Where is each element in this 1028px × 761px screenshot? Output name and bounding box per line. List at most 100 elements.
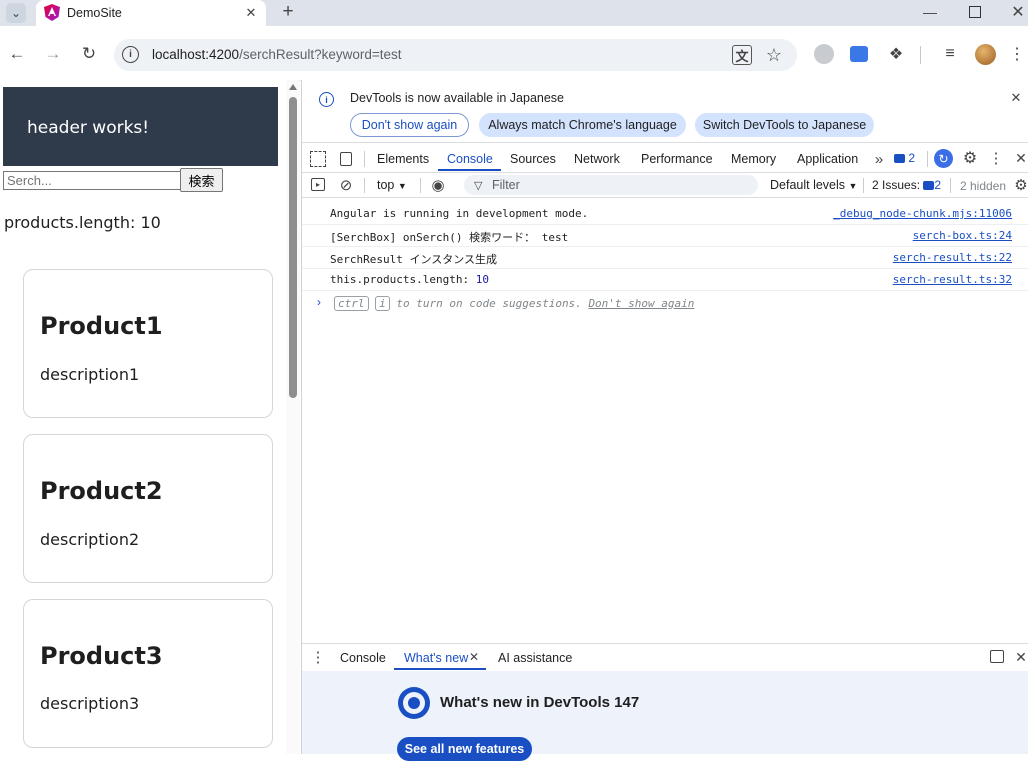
url-text: localhost:4200/serchResult?keyword=test [152,47,402,62]
devtools-main-tabbar: Elements Console Sources Network Perform… [302,146,1028,173]
devtools-menu-icon[interactable]: ⋮ [989,149,1004,167]
console-filter-input[interactable]: ▽ Filter [464,175,758,195]
console-source-link[interactable]: serch-result.ts:22 [893,251,1012,264]
message-bubble-icon [894,154,905,164]
issues-link[interactable]: 2 Issues: 2 [872,178,941,192]
extension-blob-icon[interactable] [814,44,834,64]
tab-sources[interactable]: Sources [510,152,556,166]
search-button[interactable]: 検索 [180,168,223,192]
issues-badge[interactable]: 2 [894,151,915,165]
toolbar-divider [920,46,921,64]
console-source-link[interactable]: serch-box.ts:24 [913,229,1012,242]
hint-dont-show-link[interactable]: Don't show again [588,297,694,310]
scroll-up-arrow-icon[interactable] [289,84,297,90]
close-devtools-icon[interactable]: ✕ [1014,149,1028,167]
tab-memory[interactable]: Memory [731,152,776,166]
whats-new-panel: What's new in DevTools 147 See all new f… [302,671,1028,761]
console-message: this.products.length: 10 serch-result.ts… [302,268,1028,291]
bookmark-star-icon[interactable]: ☆ [764,44,784,66]
active-tab-underline [394,668,486,670]
tab-network[interactable]: Network [574,152,620,166]
console-message: [SerchBox] onSerch() 検索ワード： test serch-b… [302,224,1028,247]
new-tab-button[interactable]: + [278,1,298,22]
log-levels-label: Default levels [770,178,846,192]
ai-sync-icon[interactable]: ↻ [934,149,953,168]
product-card: Product1 description1 [23,269,273,418]
page-scrollbar[interactable] [286,80,300,754]
console-prompt[interactable]: › ctrl i to turn on code suggestions. Do… [302,292,1028,316]
tab-console[interactable]: Console [447,152,493,166]
extensions-puzzle-icon[interactable]: ❖ [886,44,906,64]
drawer-tab-console[interactable]: Console [340,651,386,665]
chrome-menu-icon[interactable]: ⋮ [1009,44,1025,64]
drawer-tab-close-icon[interactable]: ✕ [468,650,480,664]
tab-elements[interactable]: Elements [377,152,429,166]
context-value: top [377,178,395,192]
filter-funnel-icon: ▽ [474,180,483,192]
drawer-tab-whats-new[interactable]: What's new [404,651,468,665]
dock-side-icon[interactable] [990,650,1004,663]
translate-icon[interactable]: 文 [732,45,752,65]
settings-gear-icon[interactable]: ⚙ [961,149,979,167]
console-toolbar: ▸ ⊘ top ▼ ◉ ▽ Filter Default levels ▼ 2 … [302,174,1028,198]
console-message: Angular is running in development mode. … [302,202,1028,225]
tab-close-icon[interactable]: ✕ [242,4,260,22]
tab-application[interactable]: Application [797,152,858,166]
forward-icon[interactable]: → [42,43,64,65]
log-levels-dropdown[interactable]: Default levels ▼ [770,178,857,192]
console-source-link[interactable]: serch-result.ts:32 [893,273,1012,286]
site-info-icon[interactable]: i [122,46,139,63]
close-window-icon[interactable]: ✕ [1008,2,1028,22]
dont-show-again-button[interactable]: Don't show again [350,113,469,137]
active-tab-underline [438,169,501,171]
issues-badge-count: 2 [908,151,916,165]
tab-performance[interactable]: Performance [641,152,713,166]
product-card: Product2 description2 [23,434,273,583]
live-expression-eye-icon[interactable]: ◉ [428,177,448,194]
maximize-icon[interactable] [963,2,987,22]
kbd-ctrl: ctrl [334,296,369,311]
browser-tab-strip: ⌄ DemoSite ✕ + — ✕ [0,0,1028,26]
drawer-menu-icon[interactable]: ⋮ [311,648,326,666]
header-text: header works! [27,118,150,138]
console-source-link[interactable]: _debug_node-chunk.mjs:11006 [833,207,1012,220]
media-control-icon[interactable]: ≡ [940,44,960,64]
search-input[interactable] [3,171,182,190]
sidebar-toggle-icon[interactable]: ▸ [311,178,325,191]
toolbar-divider [950,178,951,193]
tab-search-chevron-icon[interactable]: ⌄ [6,3,26,23]
switch-to-japanese-button[interactable]: Switch DevTools to Japanese [695,113,874,137]
see-all-features-button[interactable]: See all new features [397,737,532,761]
address-bar[interactable]: i localhost:4200/serchResult?keyword=tes… [114,39,797,71]
url-host: localhost:4200 [152,47,240,62]
reload-icon[interactable]: ↻ [78,43,100,65]
product-title: Product2 [40,477,163,505]
device-toolbar-icon[interactable] [338,151,354,167]
whats-new-title: What's new in DevTools 147 [440,694,640,711]
clear-console-icon[interactable]: ⊘ [338,177,354,194]
minimize-icon[interactable]: — [918,2,942,22]
console-message-line: this.products.length: 10 [330,273,489,286]
product-description: description3 [40,694,140,713]
browser-tab-demosite[interactable]: DemoSite ✕ [36,0,266,26]
console-settings-gear-icon[interactable]: ⚙ [1014,176,1028,194]
url-path: /serchResult?keyword=test [239,47,402,62]
folder-extension-icon[interactable] [850,46,868,62]
filter-placeholder: Filter [492,178,520,192]
product-description: description1 [40,365,140,384]
back-icon[interactable]: ← [6,43,28,65]
more-tabs-chevron-icon[interactable]: » [871,150,887,168]
inspect-element-icon[interactable] [310,151,326,167]
context-selector[interactable]: top ▼ [377,178,407,192]
profile-avatar[interactable] [975,44,996,65]
scrollbar-thumb[interactable] [289,97,297,398]
banner-message: DevTools is now available in Japanese [350,91,565,105]
dropdown-arrow-icon: ▼ [848,181,858,191]
banner-close-icon[interactable]: ✕ [1008,90,1024,106]
drawer-tab-ai-assistance[interactable]: AI assistance [498,651,572,665]
angular-logo-icon [44,4,60,21]
toolbar-divider [420,178,421,193]
close-drawer-icon[interactable]: ✕ [1014,648,1028,666]
info-icon: i [319,92,334,107]
always-match-language-button[interactable]: Always match Chrome's language [479,113,686,137]
